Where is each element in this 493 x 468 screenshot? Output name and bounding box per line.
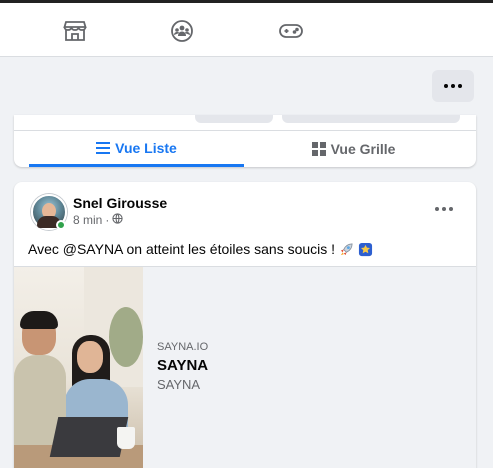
ellipsis-icon [444, 84, 462, 88]
top-navigation [0, 3, 493, 57]
image-cup [117, 427, 135, 449]
post-time[interactable]: 8 min [73, 213, 102, 227]
globe-icon[interactable] [112, 213, 123, 227]
post-meta: 8 min · [73, 213, 123, 227]
more-options-button[interactable] [432, 70, 474, 102]
manage-posts-button[interactable] [282, 115, 460, 123]
post-options-button[interactable] [435, 207, 453, 211]
link-preview-image [14, 267, 143, 468]
online-status-dot [56, 220, 66, 230]
post-message: Avec @SAYNA on atteint les étoiles sans … [28, 241, 336, 257]
image-person-hair [20, 311, 58, 329]
post-author[interactable]: Snel Girousse [73, 195, 167, 211]
grid-icon [311, 142, 326, 156]
meta-separator: · [105, 213, 110, 227]
ellipsis-icon [435, 207, 453, 211]
image-person-head [77, 341, 103, 373]
tab-grid-label: Vue Grille [330, 141, 396, 157]
star-badge-icon [358, 242, 373, 257]
filter-button[interactable] [195, 115, 273, 123]
link-domain: SAYNA.IO [157, 341, 209, 353]
gaming-icon[interactable] [278, 20, 304, 42]
tab-grid-view[interactable]: Vue Grille [246, 131, 461, 167]
rocket-icon [339, 242, 354, 257]
link-preview[interactable]: SAYNA.IO SAYNA SAYNA [14, 266, 476, 468]
tab-list-label: Vue Liste [115, 139, 177, 156]
view-toggle-card: Vue Liste Vue Grille [14, 115, 476, 167]
feed-post: Snel Girousse 8 min · Avec @SAYNA on att… [14, 182, 476, 468]
link-description: SAYNA [157, 377, 201, 392]
groups-icon[interactable] [169, 20, 195, 42]
post-text: Avec @SAYNA on atteint les étoiles sans … [28, 241, 373, 257]
marketplace-icon[interactable] [62, 20, 88, 42]
image-plant [109, 307, 143, 367]
list-icon [96, 141, 111, 154]
link-title: SAYNA [157, 357, 209, 374]
tab-list-view[interactable]: Vue Liste [29, 131, 244, 167]
